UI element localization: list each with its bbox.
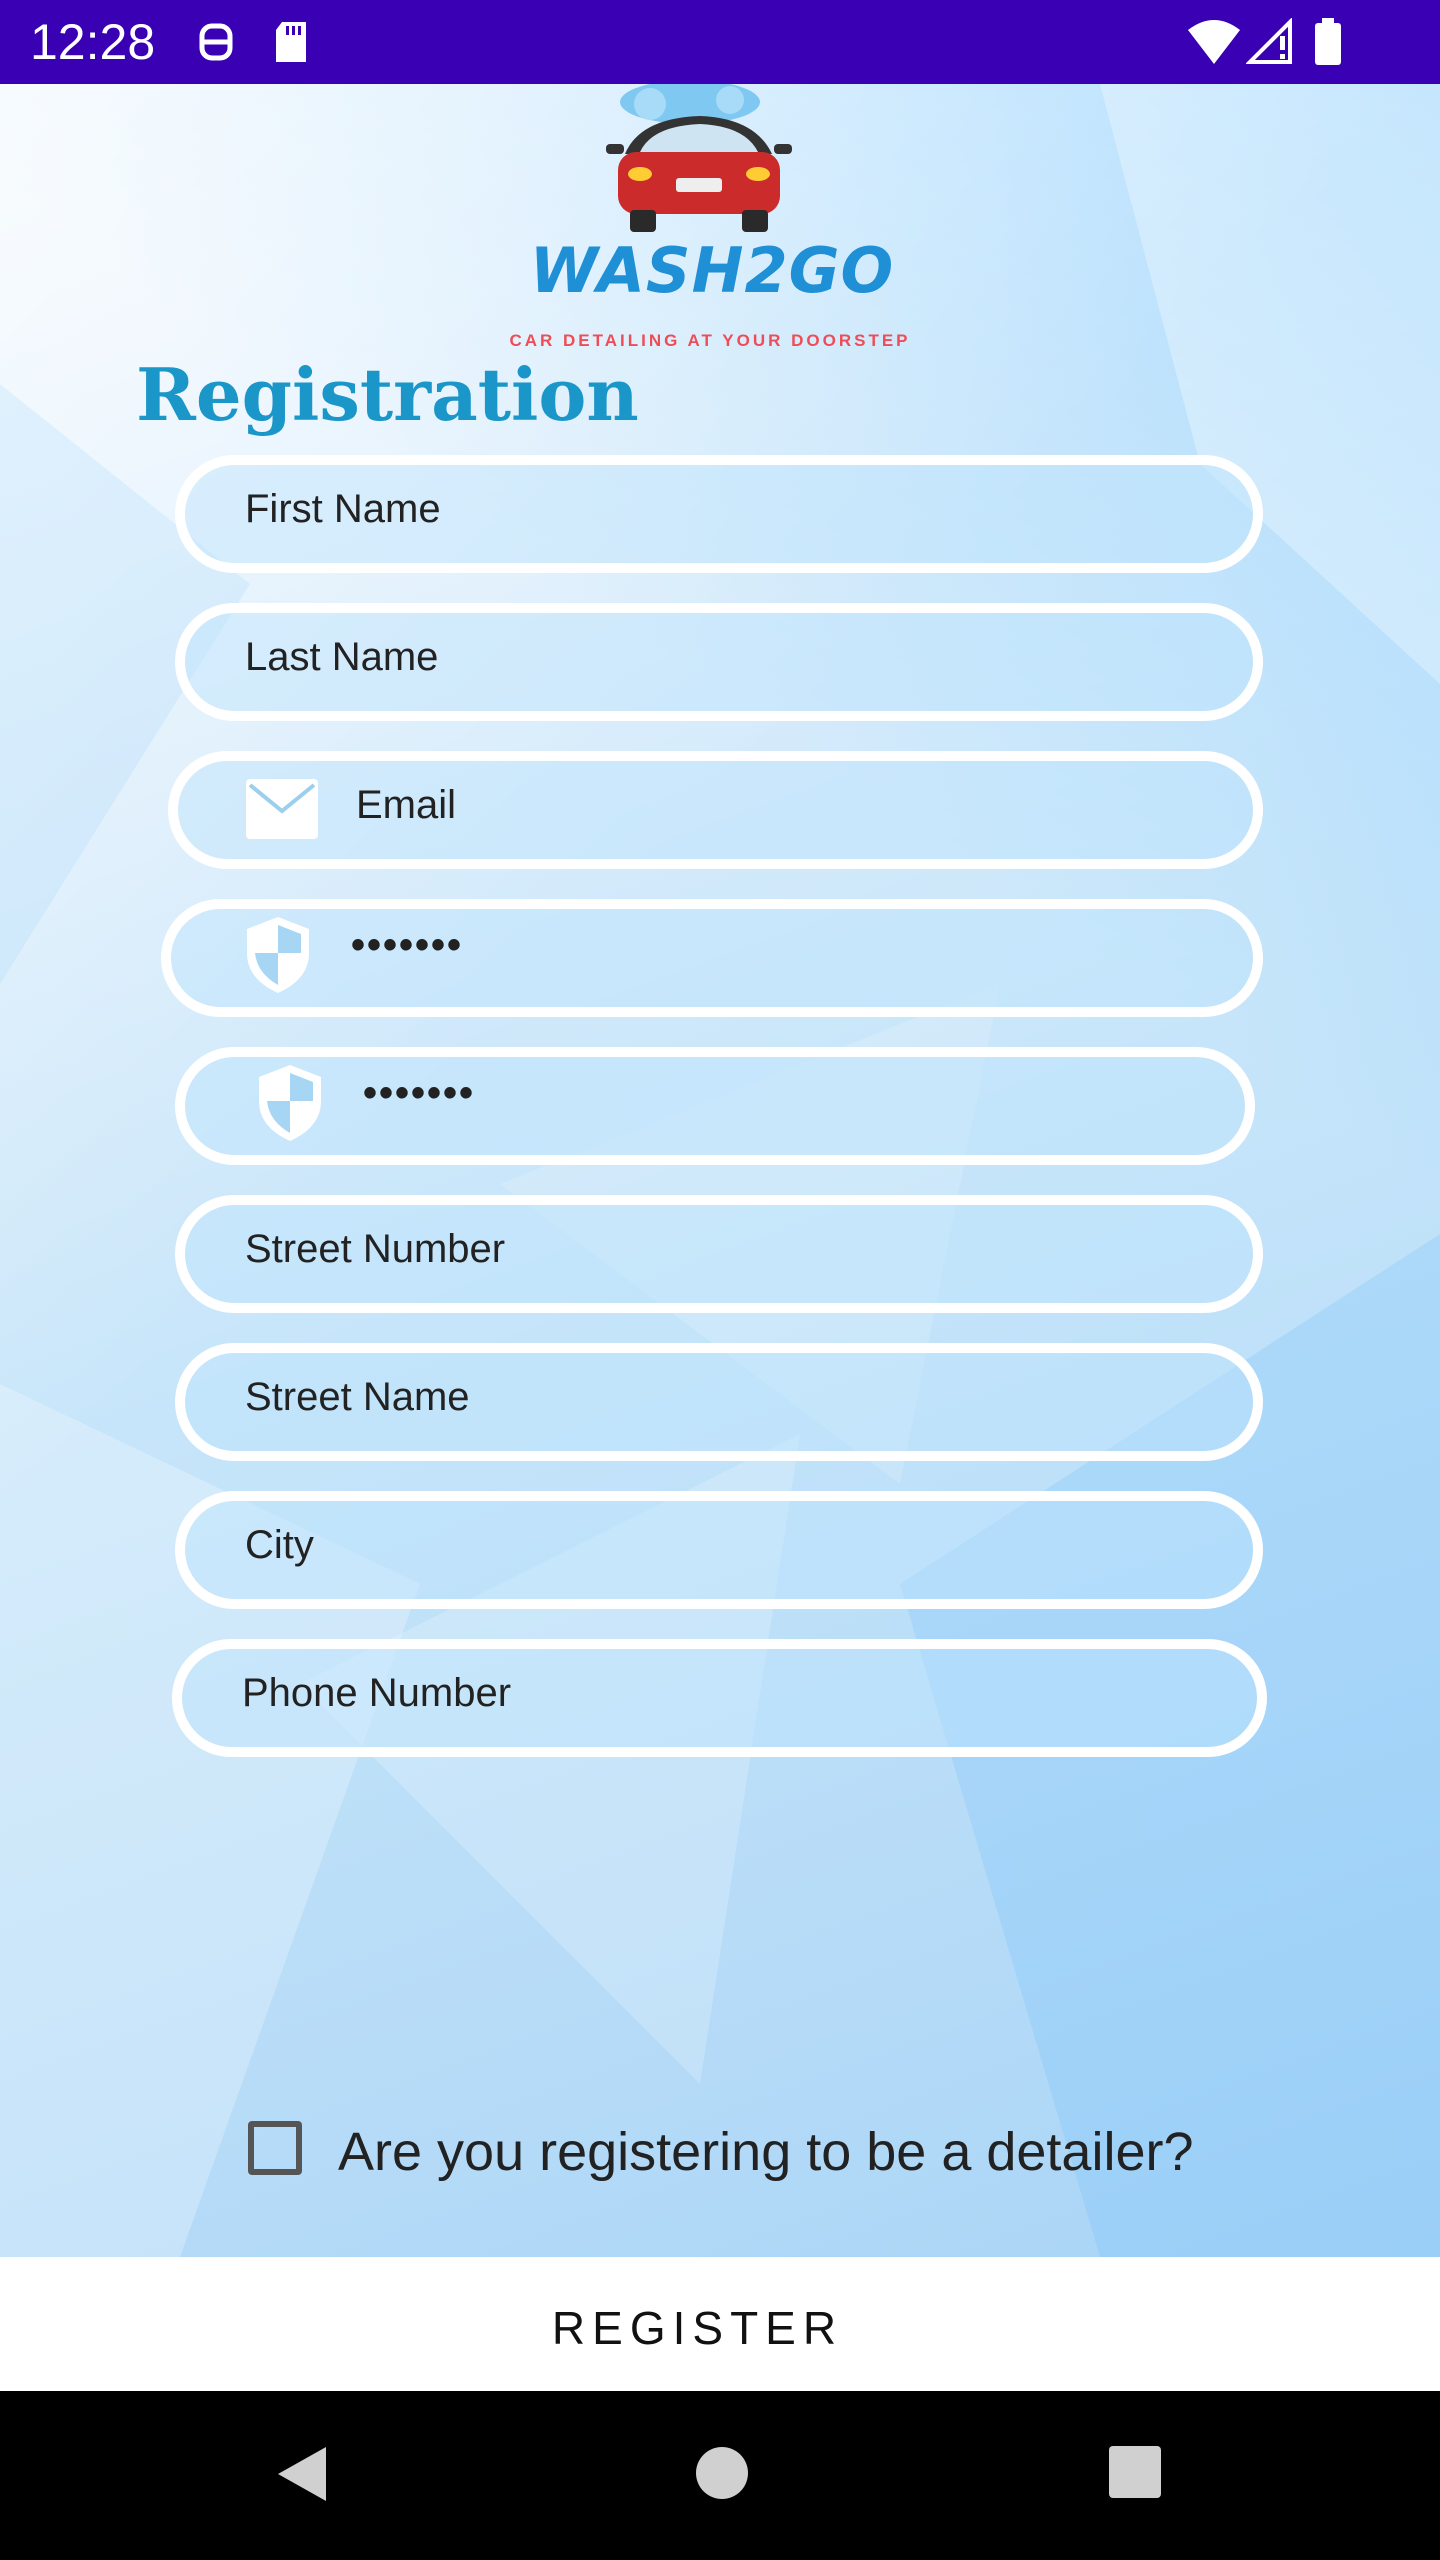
detailer-checkbox-label[interactable]: Are you registering to be a detailer? — [338, 2121, 1194, 2183]
phone-number-placeholder: Phone Number — [242, 1671, 512, 1715]
street-number-field[interactable]: Street Number — [175, 1195, 1263, 1313]
register-button-label: REGISTER — [551, 2302, 844, 2354]
registration-screen: WASH2GO CAR DETAILING AT YOUR DOORSTEP R… — [0, 84, 1440, 2257]
last-name-placeholder: Last Name — [245, 635, 439, 679]
last-name-field[interactable]: Last Name — [175, 603, 1263, 721]
back-triangle-icon[interactable] — [274, 2443, 330, 2510]
street-number-placeholder: Street Number — [245, 1227, 506, 1271]
home-circle-icon[interactable] — [694, 2445, 750, 2506]
status-bar: 12:28 — [0, 0, 1440, 84]
password-field[interactable]: ••••••• — [161, 899, 1263, 1017]
first-name-field[interactable]: First Name — [175, 455, 1263, 573]
sd-card-icon — [272, 18, 312, 71]
email-field[interactable]: Email — [168, 751, 1263, 869]
confirm-password-value: ••••••• — [363, 1071, 476, 1115]
wash2go-logo: WASH2GO CAR DETAILING AT YOUR DOORSTEP — [490, 84, 930, 354]
recents-square-icon[interactable] — [1108, 2445, 1162, 2504]
city-placeholder: City — [245, 1523, 314, 1567]
brand-name: WASH2GO — [529, 234, 895, 307]
city-field[interactable]: City — [175, 1491, 1263, 1609]
detailer-checkbox[interactable] — [248, 2121, 302, 2175]
shield-icon — [257, 1063, 323, 1148]
battery-icon — [1312, 18, 1344, 71]
car-wash-icon — [606, 84, 792, 232]
envelope-icon — [246, 779, 318, 844]
wifi-icon — [1186, 18, 1242, 71]
street-name-placeholder: Street Name — [245, 1375, 470, 1419]
first-name-placeholder: First Name — [245, 487, 441, 531]
email-placeholder: Email — [356, 783, 457, 827]
notification-app-icon — [196, 18, 236, 71]
system-nav-bar — [0, 2391, 1440, 2560]
password-value: ••••••• — [351, 923, 464, 967]
register-button[interactable]: REGISTER — [0, 2257, 1440, 2391]
status-time: 12:28 — [30, 14, 156, 70]
page-title: Registration — [136, 352, 639, 437]
street-name-field[interactable]: Street Name — [175, 1343, 1263, 1461]
cell-signal-icon — [1245, 17, 1294, 71]
shield-icon — [245, 915, 311, 1000]
phone-number-field[interactable]: Phone Number — [172, 1639, 1267, 1757]
confirm-password-field[interactable]: ••••••• — [175, 1047, 1255, 1165]
brand-tagline: CAR DETAILING AT YOUR DOORSTEP — [509, 331, 911, 350]
